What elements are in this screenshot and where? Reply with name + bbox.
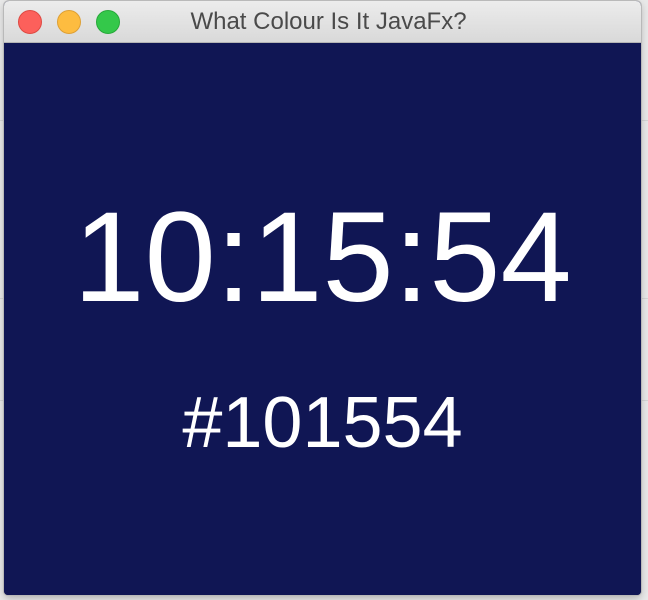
hex-colour-display: #101554 (182, 383, 463, 463)
desktop: What Colour Is It JavaFx? 10:15:54 #1015… (0, 0, 648, 600)
title-bar[interactable]: What Colour Is It JavaFx? (4, 1, 641, 43)
clock-panel: 10:15:54 #101554 (4, 43, 641, 595)
window-title: What Colour Is It JavaFx? (190, 8, 467, 35)
app-window: What Colour Is It JavaFx? 10:15:54 #1015… (4, 1, 641, 595)
time-display: 10:15:54 (73, 186, 572, 329)
